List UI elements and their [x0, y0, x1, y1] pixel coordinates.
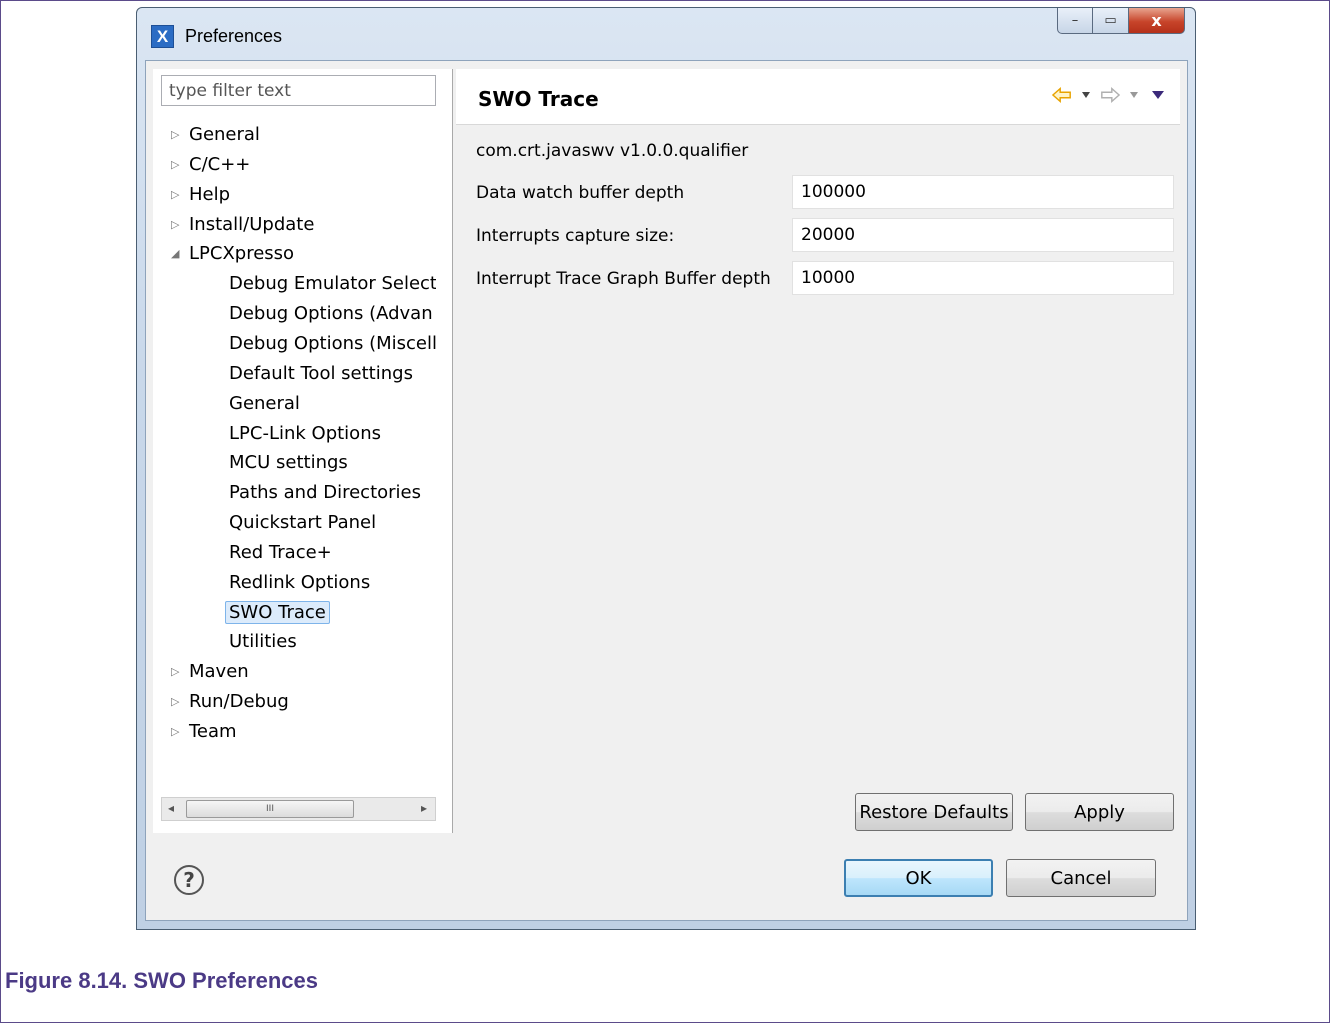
tree-item-mcu-settings[interactable]: MCU settings — [229, 449, 348, 477]
tree-item-label: Debug Emulator Selecti — [229, 273, 436, 295]
tree-item-red-trace[interactable]: Red Trace+ — [229, 539, 332, 567]
collapsed-arrow-icon[interactable]: ▷ — [171, 658, 189, 686]
tree-item-maven[interactable]: ▷ Maven — [171, 658, 249, 686]
restore-defaults-button[interactable]: Restore Defaults — [855, 793, 1013, 831]
title-bar[interactable]: X Preferences – ▭ x — [137, 8, 1195, 48]
tree-item-paths-and-directories[interactable]: Paths and Directories — [229, 479, 421, 507]
window-controls: – ▭ x — [1057, 8, 1185, 34]
tree-item-general[interactable]: ▷ General — [171, 121, 260, 149]
tree-item-label: LPC-Link Options — [229, 422, 381, 444]
ok-button[interactable]: OK — [844, 859, 993, 897]
forward-arrow-icon[interactable] — [1100, 85, 1120, 105]
tree-item-swo-trace[interactable]: SWO Trace — [225, 599, 330, 627]
data-watch-buffer-field[interactable] — [792, 175, 1174, 209]
tree-item-lpcxpresso[interactable]: ◢ LPCXpresso — [171, 240, 294, 268]
tree-item-debug-options-miscell[interactable]: Debug Options (Miscell — [229, 330, 436, 358]
close-button[interactable]: x — [1129, 8, 1185, 34]
tree-item-label: Maven — [189, 661, 249, 683]
tree-item-label: LPCXpresso — [189, 243, 295, 265]
tree-item-label: SWO Trace — [225, 600, 330, 624]
tree-item-label: Team — [189, 721, 237, 742]
collapsed-arrow-icon[interactable]: ▷ — [171, 688, 189, 716]
tree-item-label: Install/Update — [189, 213, 315, 235]
collapsed-arrow-icon[interactable]: ▷ — [171, 181, 189, 209]
tree-item-label: Default Tool settings — [229, 362, 413, 384]
tree-item-label: Red Trace+ — [229, 541, 332, 563]
collapsed-arrow-icon[interactable]: ▷ — [171, 211, 189, 239]
tree-item-label: Quickstart Panel — [229, 512, 377, 534]
collapsed-arrow-icon[interactable]: ▷ — [171, 718, 189, 746]
scroll-right-icon[interactable]: ▸ — [421, 801, 427, 815]
preference-tree-pane: ▷General▷C/C++▷Help▷Install/Update◢LPCXp… — [153, 69, 453, 833]
maximize-button[interactable]: ▭ — [1093, 8, 1129, 34]
tree-item-debug-options-advan[interactable]: Debug Options (Advan — [229, 300, 433, 328]
tree-viewport: ▷ General ▷ C/C++ ▷ Help ▷ Install/Update ◢ LPCXp… — [153, 69, 436, 769]
tree-item-label: Run/Debug — [189, 691, 289, 713]
view-menu-icon[interactable] — [1148, 85, 1168, 105]
tree-item-team[interactable]: ▷ Team — [171, 718, 237, 746]
back-arrow-icon[interactable] — [1052, 85, 1072, 105]
tree-item-label: General — [189, 124, 260, 145]
tree-item-label: Utilities — [229, 631, 297, 653]
figure-caption: Figure 8.14. SWO Preferences — [5, 968, 319, 993]
expanded-arrow-icon[interactable]: ◢ — [171, 240, 189, 268]
page-title: SWO Trace — [478, 87, 599, 111]
tree-item-lpc-link-options[interactable]: LPC-Link Options — [229, 420, 381, 448]
tree-item-label: Redlink Options — [229, 571, 371, 593]
tree-item-label: Help — [189, 183, 231, 205]
preferences-dialog: X Preferences – ▭ x ▷General▷C/C++▷Help▷… — [136, 7, 1196, 930]
collapsed-arrow-icon[interactable]: ▷ — [171, 151, 189, 179]
interrupts-capture-size-field[interactable] — [792, 218, 1174, 252]
tree-item-c-c[interactable]: ▷ C/C++ — [171, 151, 250, 179]
preference-page: SWO Trace com.crt.javaswv v1.0.0.qualifi… — [456, 69, 1180, 833]
tree-item-label: Paths and Directories — [229, 482, 421, 504]
cancel-button[interactable]: Cancel — [1006, 859, 1156, 897]
forward-dropdown-icon[interactable] — [1124, 85, 1144, 105]
interrupt-trace-graph-label: Interrupt Trace Graph Buffer depth — [476, 269, 771, 289]
tree-item-install-update[interactable]: ▷ Install/Update — [171, 211, 314, 239]
minimize-button[interactable]: – — [1057, 8, 1093, 34]
plugin-id-text: com.crt.javaswv v1.0.0.qualifier — [476, 141, 749, 161]
dialog-button-bar: ? OK Cancel — [146, 833, 1187, 920]
tree-item-label: General — [229, 392, 300, 414]
page-header: SWO Trace — [456, 69, 1180, 125]
dialog-client-area: ▷General▷C/C++▷Help▷Install/Update◢LPCXp… — [145, 60, 1188, 921]
interrupts-capture-size-label: Interrupts capture size: — [476, 226, 675, 246]
window-title: Preferences — [185, 26, 283, 46]
interrupt-trace-graph-field[interactable] — [792, 261, 1174, 295]
help-icon[interactable]: ? — [174, 865, 204, 895]
tree-item-label: Debug Options (Miscell — [229, 332, 436, 354]
page-navigation — [1052, 85, 1168, 105]
back-dropdown-icon[interactable] — [1076, 85, 1096, 105]
tree-item-label: C/C++ — [189, 153, 251, 175]
tree-item-default-tool-settings[interactable]: Default Tool settings — [229, 360, 413, 388]
data-watch-buffer-label: Data watch buffer depth — [476, 183, 685, 203]
horizontal-scrollbar[interactable]: ◂ III ▸ — [161, 797, 436, 821]
tree-item-debug-emulator-selecti[interactable]: Debug Emulator Selecti — [229, 270, 436, 298]
scroll-left-icon[interactable]: ◂ — [168, 801, 174, 815]
tree-item-quickstart-panel[interactable]: Quickstart Panel — [229, 509, 376, 537]
app-icon: X — [151, 25, 174, 48]
collapsed-arrow-icon[interactable]: ▷ — [171, 121, 189, 149]
tree-item-help[interactable]: ▷ Help — [171, 181, 230, 209]
tree-item-label: MCU settings — [229, 452, 348, 474]
tree-item-run-debug[interactable]: ▷ Run/Debug — [171, 688, 289, 716]
scroll-thumb[interactable]: III — [186, 800, 354, 818]
tree-item-utilities[interactable]: Utilities — [229, 628, 297, 656]
tree-item-general[interactable]: General — [229, 390, 300, 418]
tree-item-redlink-options[interactable]: Redlink Options — [229, 569, 370, 597]
apply-button[interactable]: Apply — [1025, 793, 1174, 831]
tree-item-label: Debug Options (Advan — [229, 303, 433, 325]
